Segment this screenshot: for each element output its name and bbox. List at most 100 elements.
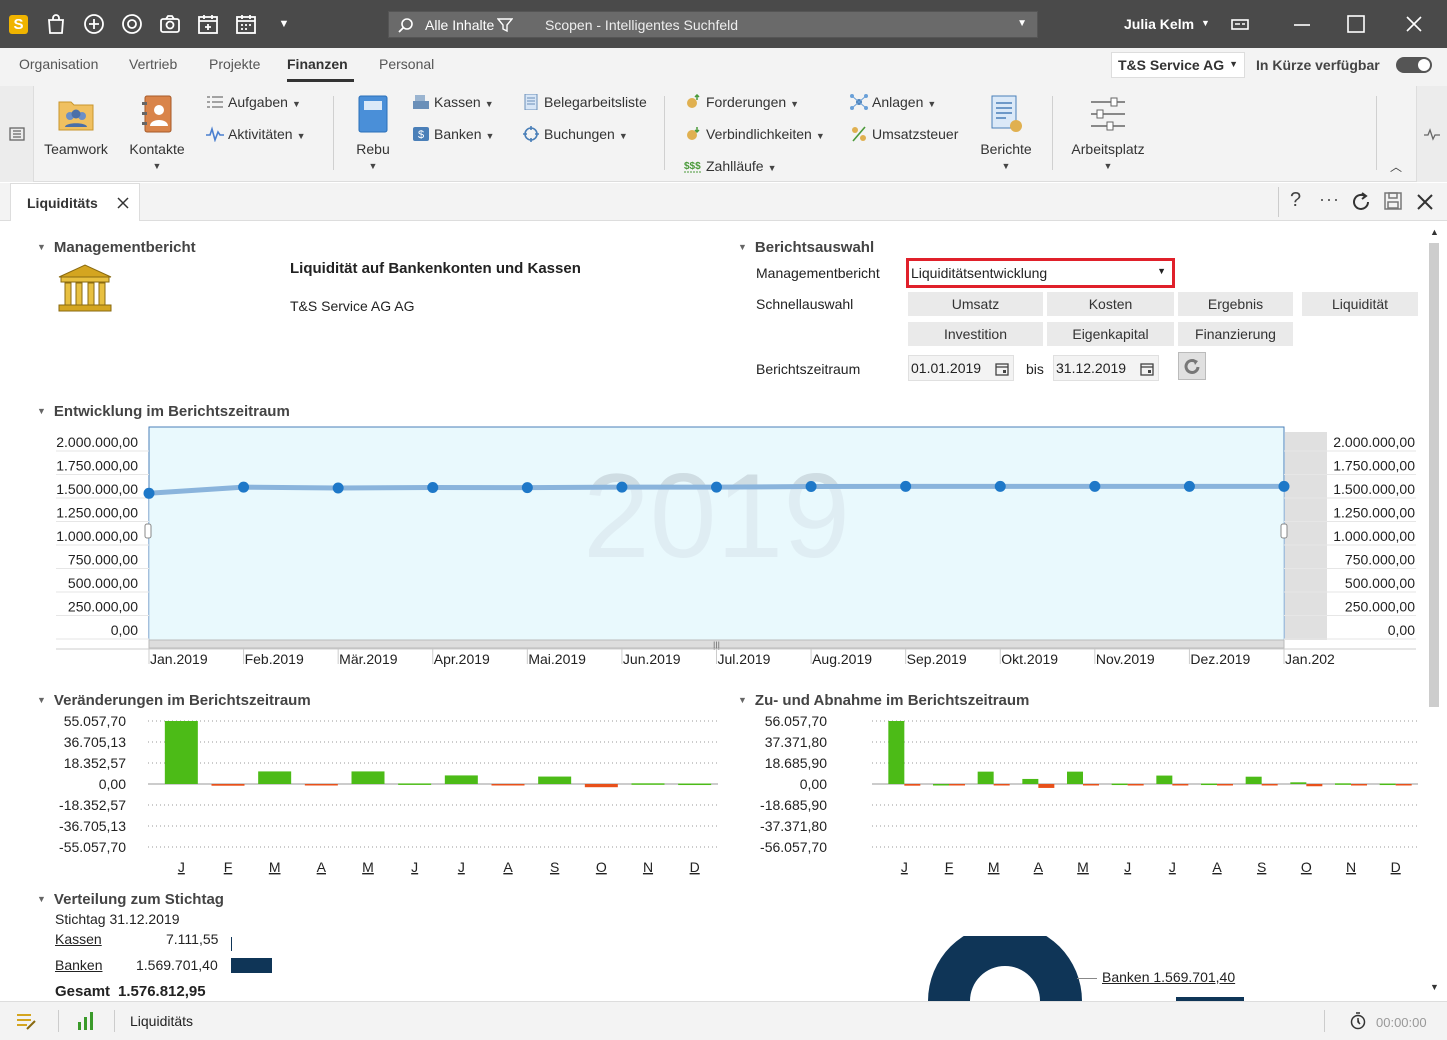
tab-personal[interactable]: Personal <box>379 56 434 72</box>
close-view-icon[interactable] <box>1415 192 1435 212</box>
quick-finanzierung-button[interactable]: Finanzierung <box>1178 322 1293 346</box>
quick-ergebnis-button[interactable]: Ergebnis <box>1178 292 1293 316</box>
zahllaeufe-button[interactable]: $$$ Zahlläufe ▼ <box>684 158 777 174</box>
berichte-button[interactable]: Berichte ▼ <box>974 94 1038 171</box>
calendar-icon[interactable] <box>995 362 1009 376</box>
calendar-icon[interactable] <box>234 12 258 36</box>
bar-M-5 <box>1083 784 1099 786</box>
document-tab[interactable]: Liquiditäts <box>10 183 140 221</box>
gesamt-value: 1.576.812,95 <box>118 983 206 1000</box>
date-to-field[interactable]: 31.12.2019 <box>1053 355 1159 381</box>
date-from-field[interactable]: 01.01.2019 <box>908 355 1014 381</box>
quick-umsatz-button[interactable]: Umsatz <box>908 292 1043 316</box>
refresh-report-button[interactable] <box>1178 352 1206 380</box>
y-tick-right: 1.750.000,00 <box>1333 458 1415 474</box>
user-chevron-down-icon[interactable]: ▼ <box>1201 18 1210 28</box>
aufgaben-label: Aufgaben <box>228 94 288 110</box>
tab-organisation[interactable]: Organisation <box>19 56 98 72</box>
maximize-icon[interactable] <box>1344 12 1368 36</box>
kassen-button[interactable]: Kassen ▼ <box>412 94 494 110</box>
tab-vertrieb[interactable]: Vertrieb <box>129 56 177 72</box>
company-select[interactable]: T&S Service AG ▼ <box>1111 52 1245 78</box>
arbeitsplatz-button[interactable]: Arbeitsplatz ▼ <box>1066 94 1150 171</box>
x-tick-label: Feb.2019 <box>245 651 304 667</box>
calendar-add-icon[interactable] <box>196 12 220 36</box>
section-berichtsauswahl[interactable]: Berichtsauswahl <box>738 239 874 256</box>
soon-toggle[interactable] <box>1396 57 1432 73</box>
support-icon[interactable] <box>120 12 144 36</box>
management-report-select[interactable]: Liquiditätsentwicklung ▼ <box>906 258 1175 288</box>
umsatzsteuer-button[interactable]: Umsatzsteuer <box>850 126 958 142</box>
y-tick-label: 37.371,80 <box>765 734 827 750</box>
cash-register-icon <box>413 95 429 109</box>
shopping-bag-icon[interactable] <box>44 12 68 36</box>
data-point-13 <box>1278 480 1290 492</box>
quick-eigenkapital-button[interactable]: Eigenkapital <box>1047 322 1174 346</box>
kontakte-button[interactable]: Kontakte ▼ <box>124 94 190 171</box>
quick-kosten-button[interactable]: Kosten <box>1047 292 1174 316</box>
help-icon[interactable]: ? <box>1290 189 1301 212</box>
camera-icon[interactable] <box>158 12 182 36</box>
ribbon-side-right[interactable] <box>1416 86 1447 182</box>
bar-J-1 <box>888 721 905 784</box>
status-tab-label[interactable]: Liquiditäts <box>130 1013 193 1029</box>
tab-finanzen[interactable]: Finanzen <box>287 56 348 72</box>
anlagen-button[interactable]: Anlagen ▼ <box>850 94 936 110</box>
close-window-icon[interactable] <box>1402 12 1426 36</box>
buchungen-button[interactable]: Buchungen ▼ <box>522 126 628 142</box>
close-tab-icon[interactable] <box>116 196 130 210</box>
quick-liquiditaet-button[interactable]: Liquidität <box>1302 292 1418 316</box>
bar-chart-icon[interactable] <box>76 1010 96 1032</box>
aufgaben-button[interactable]: Aufgaben ▼ <box>206 94 301 110</box>
teamwork-icon <box>58 101 94 131</box>
section-zuabnahme[interactable]: Zu- und Abnahme im Berichtszeitraum <box>738 692 1029 709</box>
forderungen-button[interactable]: Forderungen ▼ <box>684 94 799 110</box>
scrollbar-thumb[interactable] <box>1429 243 1439 707</box>
section-veraenderungen[interactable]: Veränderungen im Berichtszeitraum <box>37 692 311 709</box>
aktivitaeten-button[interactable]: Aktivitäten ▼ <box>206 126 306 142</box>
save-icon[interactable] <box>1383 191 1403 211</box>
search-dropdown-icon[interactable]: ▼ <box>1017 18 1027 29</box>
bar-A-4 <box>1022 778 1039 784</box>
scroll-down-icon[interactable]: ▼ <box>1430 982 1439 992</box>
refresh-icon[interactable] <box>1350 191 1372 213</box>
verbindlichkeiten-button[interactable]: Verbindlichkeiten ▼ <box>684 126 825 142</box>
ribbon-side-panel[interactable] <box>0 86 34 182</box>
stopwatch-icon[interactable] <box>1349 1012 1367 1030</box>
toolbar-dropdown-icon[interactable]: ▼ <box>272 12 296 36</box>
belegarbeitsliste-button[interactable]: Belegarbeitsliste <box>522 94 647 110</box>
app-logo[interactable]: S <box>9 15 28 34</box>
filter-icon[interactable] <box>497 17 513 33</box>
section-entwicklung[interactable]: Entwicklung im Berichtszeitraum <box>37 403 290 420</box>
bar-O-10 <box>584 784 618 788</box>
notes-icon[interactable] <box>15 1012 37 1032</box>
x-tick-label: F <box>945 859 954 875</box>
banken-link[interactable]: Banken <box>55 957 102 973</box>
banken-button[interactable]: $ Banken ▼ <box>412 126 494 142</box>
calendar-icon[interactable] <box>1140 362 1154 376</box>
teamwork-button[interactable]: Teamwork <box>40 94 112 157</box>
y-tick-right: 750.000,00 <box>1345 552 1415 568</box>
rebu-button[interactable]: Rebu ▼ <box>350 94 396 171</box>
section-managementbericht[interactable]: Managementbericht <box>37 239 196 256</box>
tab-projekte[interactable]: Projekte <box>209 56 260 72</box>
bar-J-1 <box>904 784 921 786</box>
user-menu[interactable]: Julia Kelm <box>1124 16 1194 32</box>
cards-icon[interactable] <box>1228 12 1252 36</box>
quick-investition-button[interactable]: Investition <box>908 322 1043 346</box>
more-options-icon[interactable]: ··· <box>1319 189 1340 210</box>
donut-label-banken[interactable]: Banken 1.569.701,40 <box>1102 969 1235 985</box>
minimize-icon[interactable] <box>1290 12 1314 36</box>
collapse-ribbon-icon[interactable]: ︿ <box>1390 158 1402 175</box>
add-circle-icon[interactable] <box>82 12 106 36</box>
section-verteilung[interactable]: Verteilung zum Stichtag <box>37 891 224 908</box>
scroll-up-icon[interactable]: ▲ <box>1430 227 1439 237</box>
book-icon <box>358 95 388 133</box>
verbindlichkeiten-chevron-icon: ▼ <box>815 131 825 141</box>
search-scope[interactable]: Alle Inhalte <box>425 17 494 33</box>
search-field[interactable]: Alle Inhalte Scopen - Intelligentes Such… <box>388 11 1038 38</box>
y-tick-right: 500.000,00 <box>1345 575 1415 591</box>
section-veraenderungen-label: Veränderungen im Berichtszeitraum <box>53 692 311 709</box>
kassen-link[interactable]: Kassen <box>55 931 102 947</box>
vertical-scrollbar[interactable]: ▲ ▼ <box>1428 227 1440 997</box>
